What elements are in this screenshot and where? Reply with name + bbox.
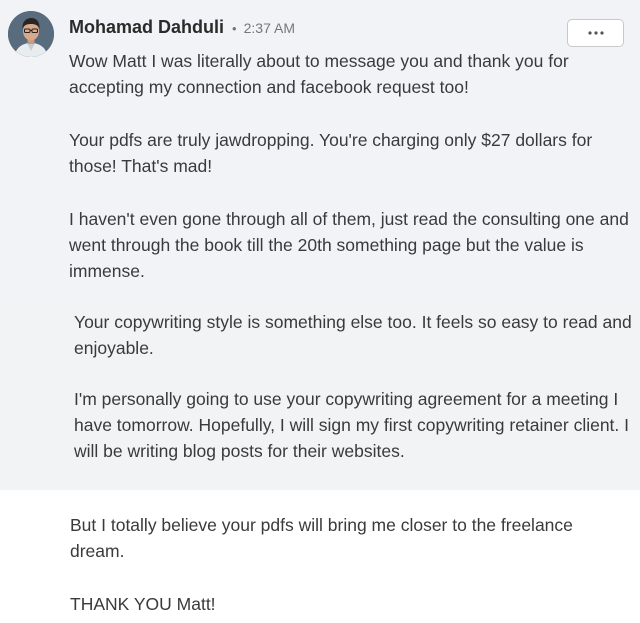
comment-paragraph: But I totally believe your pdfs will bri… xyxy=(70,515,573,561)
comment-continuation: Your copywriting style is something else… xyxy=(0,300,640,490)
comment-closing: But I totally believe your pdfs will bri… xyxy=(0,490,640,623)
separator-dot: • xyxy=(232,21,237,36)
comment-paragraph: Your copywriting style is something else… xyxy=(74,312,632,358)
comment-paragraph: I'm personally going to use your copywri… xyxy=(74,389,630,461)
comment-header: Mohamad Dahduli • 2:37 AM xyxy=(69,16,295,40)
author-name[interactable]: Mohamad Dahduli xyxy=(69,17,224,37)
timestamp[interactable]: 2:37 AM xyxy=(244,20,295,36)
comment-paragraph: Your pdfs are truly jawdropping. You're … xyxy=(69,130,593,176)
avatar-image xyxy=(8,11,54,57)
avatar[interactable] xyxy=(8,11,54,57)
comment-paragraph: I haven't even gone through all of them,… xyxy=(69,209,629,281)
more-options-button[interactable] xyxy=(567,19,624,47)
comment-paragraph: Wow Matt I was literally about to messag… xyxy=(69,51,569,97)
ellipsis-icon xyxy=(587,31,604,35)
comment-card: Mohamad Dahduli • 2:37 AM Wow Matt I was… xyxy=(0,0,640,300)
comment-paragraph: THANK YOU Matt! xyxy=(70,594,216,614)
